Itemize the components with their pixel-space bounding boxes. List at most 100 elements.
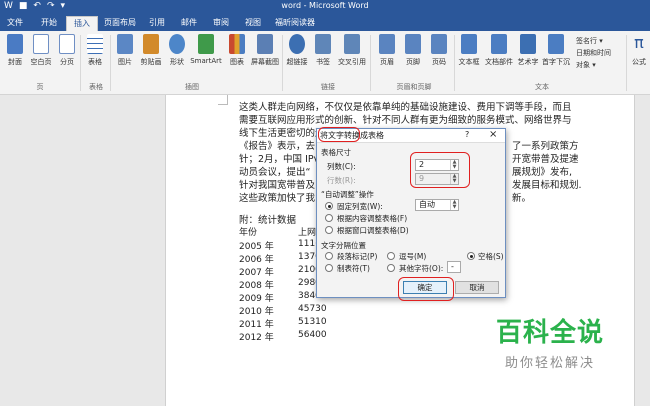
bookmark-button[interactable]: 书签: [310, 34, 336, 67]
date-time-button[interactable]: 日期和时间: [576, 48, 611, 58]
page-number-button[interactable]: 页码: [426, 34, 452, 67]
paragraph-line: 《报告》表示，去: [239, 141, 316, 152]
paragraph-line: 这类人群走向网络，不仅仅是依靠单纯的基础设施建设、费用下调等手段，而且: [239, 102, 572, 113]
spin-arrows-icon[interactable]: ▲ ▼: [450, 200, 458, 210]
hyperlink-button[interactable]: 超链接: [284, 34, 310, 67]
table-row: 2012 年: [239, 333, 274, 343]
fit-content-radio[interactable]: [325, 214, 333, 222]
table-row: 2005 年: [239, 242, 274, 252]
tab-review[interactable]: 审阅: [206, 16, 236, 31]
cover-page-icon: [7, 34, 23, 54]
blank-page-icon: [33, 34, 49, 54]
ribbon: 封面 空白页 分页 表格 图片 剪贴画 形状 SmartArt 图表 屏幕截图 …: [0, 31, 650, 95]
table-row: 2011 年: [239, 320, 274, 330]
group-links: 链接: [321, 83, 335, 91]
separator-tab-radio[interactable]: [325, 264, 333, 272]
table-header-value: 上网: [298, 228, 317, 238]
smartart-icon: [198, 34, 214, 54]
margin-corner-mark: [218, 95, 228, 105]
table-row: 2010 年: [239, 307, 274, 317]
rows-label: 行数(R):: [327, 176, 356, 185]
chart-button[interactable]: 图表: [224, 34, 250, 67]
tab-page-layout[interactable]: 页面布局: [100, 16, 140, 31]
title-bar: W ■ ↶ ↷ ▾ word - Microsoft Word: [0, 0, 650, 14]
smartart-button[interactable]: SmartArt: [190, 34, 222, 65]
tab-home[interactable]: 开始: [34, 16, 64, 31]
separator-other-radio[interactable]: [387, 264, 395, 272]
ribbon-tabs: 文件 开始 插入 页面布局 引用 邮件 审阅 视图 福昕阅读器: [0, 14, 650, 31]
text-box-icon: [461, 34, 477, 54]
fit-window-label: 根据窗口调整表格(D): [337, 226, 409, 235]
quick-parts-button[interactable]: 文档部件: [483, 34, 515, 67]
cancel-button[interactable]: 取消: [455, 281, 499, 294]
table-row-value: 51310: [298, 317, 327, 327]
text-box-button[interactable]: 文本框: [456, 34, 482, 67]
cross-reference-button[interactable]: 交叉引用: [336, 34, 368, 67]
header-button[interactable]: 页眉: [374, 34, 400, 67]
fixed-width-stepper[interactable]: 自动 ▲ ▼: [415, 199, 459, 211]
screenshot-icon: [257, 34, 273, 54]
page-number-icon: [431, 34, 447, 54]
group-header-footer: 页眉和页脚: [396, 83, 432, 91]
annotation-title-circle: [318, 127, 360, 142]
fixed-width-radio[interactable]: [325, 202, 333, 210]
globe-icon: [289, 34, 305, 54]
paragraph-line-right: 展规划》发布,: [512, 167, 573, 178]
shapes-icon: [169, 34, 185, 54]
watermark-slogan: 助你轻松解决: [504, 356, 595, 371]
wordart-icon: [520, 34, 536, 54]
clip-art-icon: [143, 34, 159, 54]
fixed-width-label: 固定列宽(W):: [337, 202, 383, 211]
paragraph-line: 这些政策加快了我: [239, 193, 316, 204]
columns-label: 列数(C):: [327, 162, 356, 171]
shapes-button[interactable]: 形状: [164, 34, 190, 67]
footer-icon: [405, 34, 421, 54]
table-row-value: 45730: [298, 304, 327, 314]
fit-window-radio[interactable]: [325, 226, 333, 234]
screenshot-button[interactable]: 屏幕截图: [250, 34, 280, 67]
clip-art-button[interactable]: 剪贴画: [138, 34, 164, 67]
separator-tab-label: 制表符(T): [337, 264, 370, 273]
table-header-year: 年份: [239, 228, 258, 238]
pi-icon: π: [631, 34, 647, 54]
separator-space-radio[interactable]: [467, 252, 475, 260]
tab-references[interactable]: 引用: [142, 16, 172, 31]
group-text: 文本: [535, 83, 549, 91]
tab-insert[interactable]: 插入: [66, 16, 98, 31]
signature-line-button[interactable]: 签名行 ▾: [576, 36, 603, 46]
picture-button[interactable]: 图片: [112, 34, 138, 67]
page-break-button[interactable]: 分页: [54, 34, 80, 67]
paragraph-line: 需要互联网应用形式的创新、针对不同人群有更为细致的服务模式、网络世界与: [239, 115, 572, 126]
group-illustrations: 插图: [185, 83, 199, 91]
wordart-button[interactable]: 艺术字: [515, 34, 541, 67]
cover-page-button[interactable]: 封面: [2, 34, 28, 67]
blank-page-button[interactable]: 空白页: [28, 34, 54, 67]
bookmark-icon: [315, 34, 331, 54]
paragraph-line: 动员会议，提出“: [239, 167, 311, 178]
separator-paragraph-radio[interactable]: [325, 252, 333, 260]
table-row-value: 56400: [298, 330, 327, 340]
drop-cap-button[interactable]: 首字下沉: [541, 34, 571, 67]
paragraph-line-right: 发展目标和规划.: [512, 180, 582, 191]
footer-button[interactable]: 页脚: [400, 34, 426, 67]
picture-icon: [117, 34, 133, 54]
group-tables: 表格: [89, 83, 103, 91]
separator-other-input[interactable]: -: [447, 261, 461, 273]
tab-view[interactable]: 视图: [238, 16, 268, 31]
help-icon[interactable]: ?: [465, 130, 469, 139]
table-icon: [87, 34, 103, 54]
tab-file[interactable]: 文件: [0, 16, 30, 31]
object-button[interactable]: 对象 ▾: [576, 60, 596, 70]
paragraph-line-right: 新。: [512, 193, 532, 204]
paragraph-line-right: 开宽带普及提速: [512, 154, 579, 165]
separator-comma-radio[interactable]: [387, 252, 395, 260]
equation-button[interactable]: π 公式: [628, 34, 650, 67]
table-button[interactable]: 表格: [82, 34, 108, 67]
tab-foxit-reader[interactable]: 福昕阅读器: [270, 16, 320, 31]
paragraph-line: 针；2月，中国 IPv: [239, 154, 320, 165]
separator-other-label: 其他字符(O):: [399, 264, 444, 273]
close-icon[interactable]: ×: [489, 129, 497, 140]
tab-mailings[interactable]: 邮件: [174, 16, 204, 31]
group-pages: 页: [36, 83, 44, 91]
annotation-columns-circle: [410, 152, 470, 188]
